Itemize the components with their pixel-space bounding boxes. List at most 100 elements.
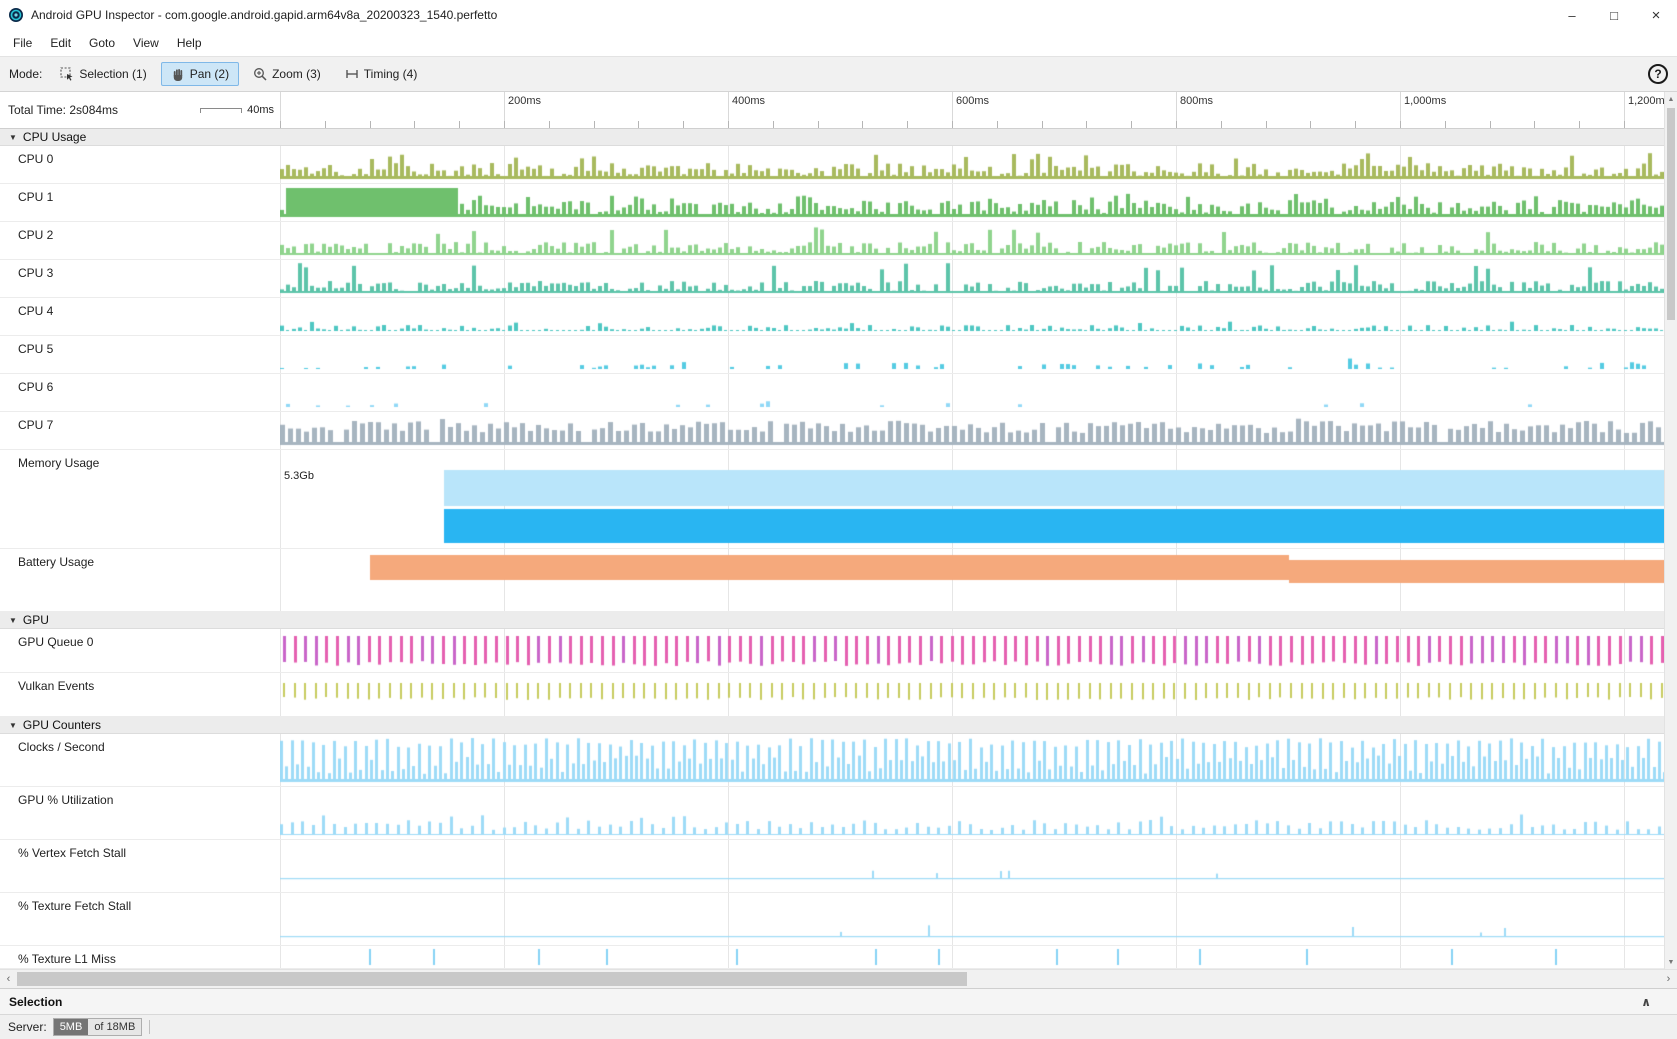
collapse-triangle-icon[interactable]: ▼ xyxy=(9,133,17,142)
track-canvas[interactable] xyxy=(280,946,1664,967)
track-canvas[interactable] xyxy=(280,673,1664,715)
ruler-minor-tick xyxy=(459,121,460,128)
track-chart-cpu-2[interactable] xyxy=(280,222,1664,258)
ruler-minor-tick xyxy=(504,121,505,128)
maximize-button[interactable]: □ xyxy=(1593,0,1635,30)
track-canvas[interactable] xyxy=(280,549,1664,610)
track-label: Memory Usage xyxy=(0,450,280,548)
track-canvas[interactable] xyxy=(280,893,1664,944)
selection-mode-button[interactable]: Selection (1) xyxy=(50,62,156,86)
track-canvas[interactable] xyxy=(280,629,1664,671)
memory-value-label: 5.3Gb xyxy=(284,470,314,482)
track-row-battery-usage: Battery Usage xyxy=(0,549,1664,612)
track-canvas[interactable] xyxy=(280,146,1664,182)
track-label: CPU 0 xyxy=(0,146,280,183)
titlebar[interactable]: Android GPU Inspector - com.google.andro… xyxy=(0,0,1677,30)
track-canvas[interactable] xyxy=(280,184,1664,220)
vertical-scroll-thumb[interactable] xyxy=(1667,108,1675,320)
track-canvas[interactable] xyxy=(280,336,1664,372)
track-label: CPU 1 xyxy=(0,184,280,221)
ruler-minor-tick xyxy=(1534,121,1535,128)
track-canvas[interactable] xyxy=(280,298,1664,334)
track-chart-vertex-fetch-stall[interactable] xyxy=(280,840,1664,891)
horizontal-scrollbar[interactable]: ‹ › xyxy=(0,969,1677,988)
close-button[interactable]: × xyxy=(1635,0,1677,30)
timeline-ruler[interactable]: Total Time: 2s084ms 40ms 200ms400ms600ms… xyxy=(0,92,1664,129)
track-canvas[interactable] xyxy=(280,734,1664,785)
ruler-tick-label: 800ms xyxy=(1180,95,1213,107)
section-label: CPU Usage xyxy=(23,130,86,144)
collapse-triangle-icon[interactable]: ▼ xyxy=(9,616,17,625)
section-label: GPU xyxy=(23,613,49,627)
collapse-triangle-icon[interactable]: ▼ xyxy=(9,721,17,730)
ruler-minor-tick xyxy=(1221,121,1222,128)
track-chart-gpu-utilization[interactable] xyxy=(280,787,1664,838)
scroll-left-icon[interactable]: ‹ xyxy=(0,970,17,988)
track-chart-cpu-0[interactable] xyxy=(280,146,1664,182)
track-canvas[interactable] xyxy=(280,374,1664,410)
scale-widget: 40ms xyxy=(200,104,274,116)
pan-mode-button[interactable]: Pan (2) xyxy=(161,62,239,86)
track-canvas[interactable] xyxy=(280,787,1664,838)
scroll-down-icon[interactable]: ▼ xyxy=(1665,955,1677,969)
vertical-scrollbar[interactable]: ▲ ▼ xyxy=(1664,92,1677,969)
track-list: ▼CPU UsageCPU 0CPU 1CPU 2CPU 3CPU 4CPU 5… xyxy=(0,129,1664,969)
scroll-up-icon[interactable]: ▲ xyxy=(1665,92,1677,106)
ruler-minor-tick xyxy=(907,121,908,128)
timing-mode-button[interactable]: Timing (4) xyxy=(335,62,428,86)
ruler-minor-tick xyxy=(1579,121,1580,128)
menubar: File Edit Goto View Help xyxy=(0,30,1677,56)
track-row-cpu-3: CPU 3 xyxy=(0,260,1664,298)
track-chart-memory-usage[interactable]: 5.3Gb xyxy=(280,450,1664,547)
selection-panel-header[interactable]: Selection ∧ xyxy=(0,988,1677,1014)
ruler-minor-tick xyxy=(1176,121,1177,128)
track-chart-cpu-4[interactable] xyxy=(280,298,1664,334)
track-row-clocks-second: Clocks / Second xyxy=(0,734,1664,787)
track-chart-battery-usage[interactable] xyxy=(280,549,1664,610)
track-chart-clocks-second[interactable] xyxy=(280,734,1664,785)
scroll-right-icon[interactable]: › xyxy=(1660,970,1677,988)
track-label: CPU 3 xyxy=(0,260,280,297)
ruler-minor-tick xyxy=(683,121,684,128)
ruler-minor-tick xyxy=(997,121,998,128)
menu-file[interactable]: File xyxy=(4,36,41,50)
track-chart-cpu-6[interactable] xyxy=(280,374,1664,410)
minimize-button[interactable]: – xyxy=(1551,0,1593,30)
track-canvas[interactable] xyxy=(280,840,1664,891)
track-label: CPU 7 xyxy=(0,412,280,449)
track-row-cpu-1: CPU 1 xyxy=(0,184,1664,222)
ruler-tick-label: 200ms xyxy=(508,95,541,107)
track-chart-gpu-queue-0[interactable] xyxy=(280,629,1664,671)
section-header-gpu[interactable]: ▼ GPU xyxy=(0,612,1664,629)
ruler-tick-label: 1,200ms xyxy=(1628,95,1664,107)
track-chart-cpu-7[interactable] xyxy=(280,412,1664,448)
menu-view[interactable]: View xyxy=(124,36,168,50)
track-chart-texture-fetch-stall[interactable] xyxy=(280,893,1664,944)
zoom-mode-button[interactable]: Zoom (3) xyxy=(243,62,331,86)
track-canvas[interactable] xyxy=(280,260,1664,296)
section-header-gpu-counters[interactable]: ▼GPU Counters xyxy=(0,717,1664,734)
horizontal-scroll-thumb[interactable] xyxy=(17,972,967,986)
track-chart-texture-l1-miss[interactable] xyxy=(280,946,1664,967)
track-canvas[interactable] xyxy=(280,222,1664,258)
track-row-texture-l1-miss: % Texture L1 Miss xyxy=(0,946,1664,969)
track-chart-cpu-3[interactable] xyxy=(280,260,1664,296)
track-canvas[interactable] xyxy=(280,412,1664,448)
menu-edit[interactable]: Edit xyxy=(41,36,80,50)
menu-help[interactable]: Help xyxy=(168,36,211,50)
ruler-minor-tick xyxy=(1624,121,1625,128)
help-icon[interactable]: ? xyxy=(1648,64,1668,84)
ruler-minor-tick xyxy=(325,121,326,128)
track-canvas[interactable] xyxy=(280,450,1664,547)
section-header-cpu-usage[interactable]: ▼ CPU Usage xyxy=(0,129,1664,146)
ruler-minor-tick xyxy=(1131,121,1132,128)
track-label: % Texture L1 Miss xyxy=(0,946,280,968)
chevron-up-icon[interactable]: ∧ xyxy=(1641,995,1651,1009)
track-label: Vulkan Events xyxy=(0,673,280,716)
track-chart-cpu-5[interactable] xyxy=(280,336,1664,372)
track-chart-cpu-1[interactable] xyxy=(280,184,1664,220)
menu-goto[interactable]: Goto xyxy=(80,36,124,50)
ruler-minor-tick xyxy=(594,121,595,128)
track-chart-vulkan-events[interactable] xyxy=(280,673,1664,715)
total-time-label: Total Time: 2s084ms xyxy=(8,103,118,117)
